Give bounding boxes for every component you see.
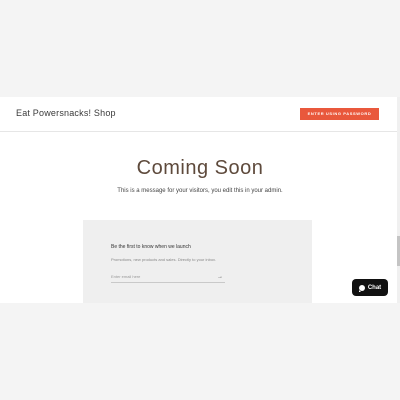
chat-button[interactable]: Chat (352, 279, 388, 296)
signup-heading: Be the first to know when we launch (111, 244, 191, 250)
visitor-message: This is a message for your visitors, you… (117, 188, 283, 194)
shop-name[interactable]: Eat Powersnacks! Shop (16, 108, 116, 118)
arrow-right-icon[interactable]: → (215, 272, 225, 281)
email-input[interactable] (111, 272, 211, 281)
chat-label: Chat (367, 284, 382, 291)
enter-using-password-button[interactable]: ENTER USING PASSWORD (300, 108, 379, 120)
email-field: → (111, 272, 225, 283)
chat-bubble-icon (358, 284, 365, 292)
page-title: Coming Soon (136, 157, 264, 179)
storefront-page: Eat Powersnacks! Shop ENTER USING PASSWO… (0, 97, 400, 303)
site-header: Eat Powersnacks! Shop ENTER USING PASSWO… (0, 97, 400, 132)
newsletter-signup: Be the first to know when we launch Prom… (83, 220, 312, 303)
signup-subtext: Promotions, new products and sales. Dire… (111, 257, 217, 262)
